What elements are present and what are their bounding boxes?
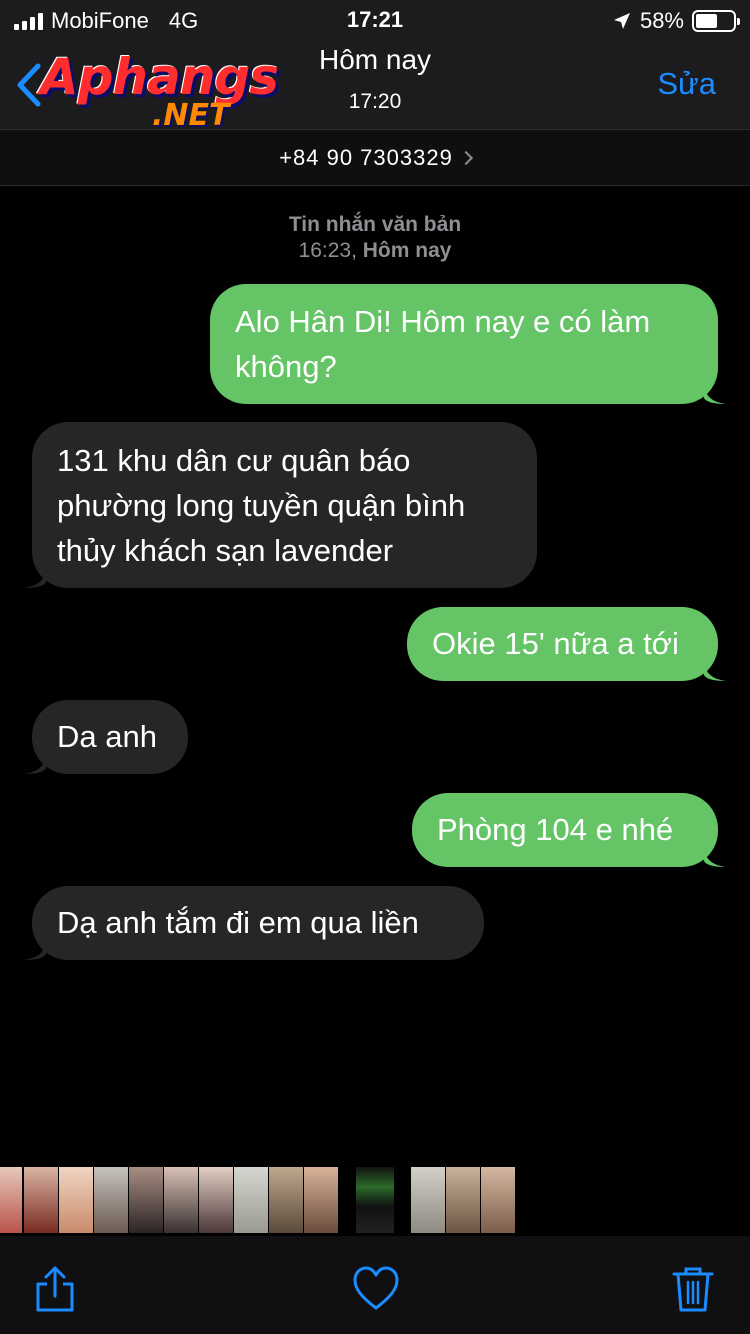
photo-thumbnail[interactable]	[356, 1167, 394, 1233]
message-text: 131 khu dân cư quân báo phường long tuyề…	[57, 443, 466, 568]
photo-thumbnail[interactable]	[411, 1167, 445, 1233]
photo-thumbnail[interactable]	[446, 1167, 480, 1233]
message-type-label: Tin nhắn văn bản	[288, 213, 462, 236]
message-bubble-received[interactable]: Da anh	[24, 700, 188, 774]
contact-phone: +84 90 7303329	[279, 144, 453, 170]
message-bubble-sent[interactable]: Phòng 104 e nhé	[412, 793, 726, 867]
photo-thumbnail[interactable]	[304, 1167, 338, 1233]
conversation-header: Aphangs .NET Hôm nay 17:20 Sửa	[0, 40, 750, 133]
trash-icon[interactable]	[670, 1264, 716, 1314]
status-right: 58%	[612, 8, 740, 34]
message-text: Okie 15' nữa a tới	[432, 626, 679, 661]
bubble-tail	[704, 659, 726, 681]
thread-info: Tin nhắn văn bản 16:23, Hôm nay	[0, 212, 750, 264]
photo-thumbnail[interactable]	[129, 1167, 163, 1233]
photo-thumbnail[interactable]	[199, 1167, 233, 1233]
chevron-right-icon	[458, 150, 473, 165]
message-bubble-sent[interactable]: Alo Hân Di! Hôm nay e có làm không?	[210, 284, 726, 404]
photo-thumbnail[interactable]	[59, 1167, 93, 1233]
message-text: Dạ anh tắm đi em qua liền	[57, 905, 419, 940]
bubble-tail	[704, 382, 726, 404]
message-bubble-sent[interactable]: Okie 15' nữa a tới	[407, 607, 726, 681]
page-title: Hôm nay	[318, 44, 432, 75]
edit-button[interactable]: Sửa	[657, 66, 716, 102]
bubble-tail	[704, 845, 726, 867]
heart-icon[interactable]	[352, 1264, 400, 1314]
battery-percent: 58%	[639, 8, 684, 33]
location-arrow-icon	[613, 13, 630, 29]
thread-day: Hôm nay	[362, 239, 452, 262]
photo-thumbnail[interactable]	[234, 1167, 268, 1233]
photo-thumbnail[interactable]	[481, 1167, 515, 1233]
message-text: Da anh	[57, 719, 157, 754]
thread-time: 16:23,	[298, 239, 357, 262]
photo-thumbnail[interactable]	[0, 1167, 22, 1233]
share-icon[interactable]	[32, 1264, 78, 1314]
bubble-tail	[24, 566, 46, 588]
contact-phone-row[interactable]: +84 90 7303329	[0, 130, 750, 186]
photo-thumbnail[interactable]	[269, 1167, 303, 1233]
message-text: Phòng 104 e nhé	[437, 812, 674, 847]
bubble-tail	[24, 938, 46, 960]
message-bubble-received[interactable]: 131 khu dân cư quân báo phường long tuyề…	[24, 422, 537, 588]
bubble-tail	[24, 752, 46, 774]
photo-thumbnail[interactable]	[24, 1167, 58, 1233]
message-text: Alo Hân Di! Hôm nay e có làm không?	[235, 304, 651, 384]
bottom-toolbar	[0, 1236, 750, 1334]
photo-thumbnail[interactable]	[164, 1167, 198, 1233]
photo-thumbnail[interactable]	[94, 1167, 128, 1233]
message-bubble-received[interactable]: Dạ anh tắm đi em qua liền	[24, 886, 484, 960]
battery-icon	[692, 10, 740, 32]
status-bar: MobiFone 4G 17:21 58%	[0, 0, 750, 40]
page-subtitle: 17:20	[348, 90, 402, 113]
photo-thumbnail-strip[interactable]	[0, 1166, 750, 1234]
